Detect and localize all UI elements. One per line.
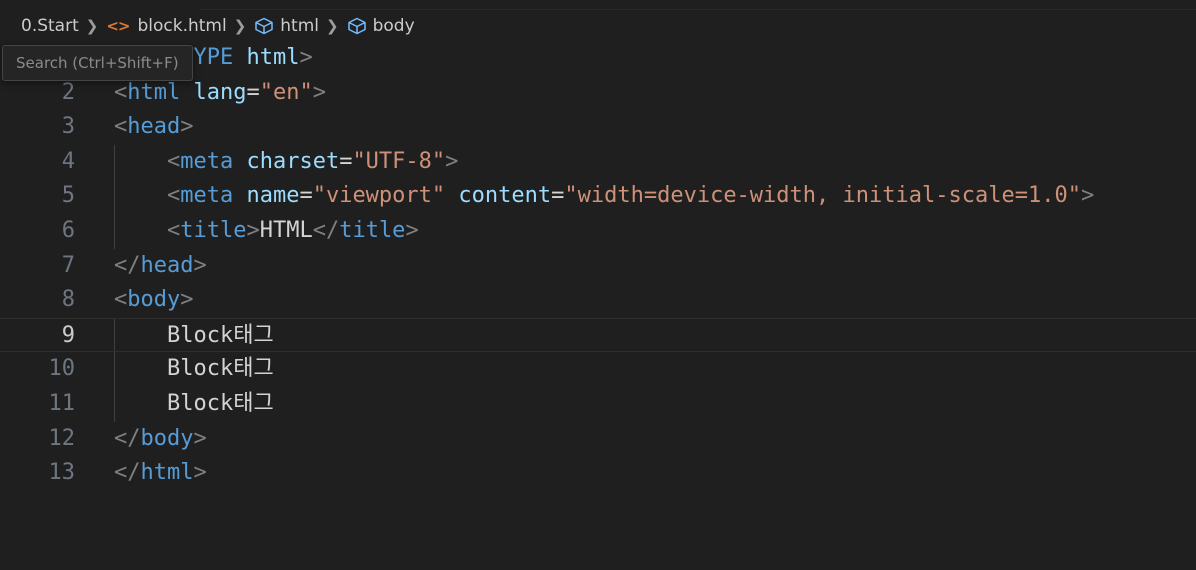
code-line[interactable]: 3 <head>	[0, 110, 1196, 145]
code-text[interactable]: <head>	[114, 110, 193, 145]
code-line[interactable]: 5 <meta name="viewport" content="width=d…	[0, 179, 1196, 214]
code-text[interactable]: </body>	[114, 422, 207, 457]
code-text[interactable]: <body>	[114, 283, 193, 318]
chevron-right-icon: ❯	[233, 17, 247, 35]
code-text[interactable]: Block태그	[114, 319, 274, 354]
line-number: 10	[48, 356, 76, 382]
code-line[interactable]: 6 <title>HTML</title>	[0, 214, 1196, 249]
breadcrumb-folder-label: 0.Start	[21, 16, 79, 36]
code-text[interactable]: Block태그	[114, 352, 274, 387]
line-number: 9	[61, 322, 75, 348]
line-number: 11	[48, 390, 76, 416]
code-line[interactable]: 12 </body>	[0, 422, 1196, 457]
code-text[interactable]: </html>	[114, 456, 207, 491]
code-line[interactable]: 9 Block태그	[0, 317, 1196, 354]
code-editor[interactable]: 1<!DOCTYPE html>2<html lang="en">3<head>…	[0, 41, 1196, 491]
code-text[interactable]: </head>	[114, 249, 207, 284]
line-number: 6	[61, 217, 75, 243]
chevron-right-icon: ❯	[85, 17, 99, 35]
line-number: 4	[61, 148, 75, 174]
code-text[interactable]: <meta charset="UTF-8">	[114, 145, 458, 180]
breadcrumb: 0.Start ❯ <> block.html ❯ html ❯ body	[0, 10, 1196, 42]
breadcrumb-symbol-body-label: body	[372, 16, 415, 36]
line-number: 5	[61, 183, 75, 209]
code-line[interactable]: 13 </html>	[0, 456, 1196, 491]
line-number: 3	[61, 114, 75, 140]
line-number: 13	[48, 460, 76, 486]
html-file-icon: <>	[106, 17, 130, 35]
tab-bar-edge	[200, 0, 1196, 10]
code-text[interactable]: <meta name="viewport" content="width=dev…	[114, 179, 1094, 214]
cube-icon	[347, 17, 367, 35]
code-text[interactable]: <title>HTML</title>	[114, 214, 419, 249]
code-line[interactable]: 10 Block태그	[0, 352, 1196, 387]
search-tooltip: Search (Ctrl+Shift+F)	[2, 45, 193, 81]
code-text[interactable]: Block태그	[114, 387, 274, 422]
code-line[interactable]: 7 </head>	[0, 249, 1196, 284]
line-number: 8	[61, 287, 75, 313]
code-line[interactable]: 4 <meta charset="UTF-8">	[0, 145, 1196, 180]
breadcrumb-file[interactable]: <> block.html	[106, 16, 226, 36]
code-line[interactable]: 11 Block태그	[0, 387, 1196, 422]
line-number: 7	[61, 252, 75, 278]
breadcrumb-folder[interactable]: 0.Start	[21, 16, 79, 36]
code-line[interactable]: 8 <body>	[0, 283, 1196, 318]
cube-icon	[254, 17, 274, 35]
search-tooltip-text: Search (Ctrl+Shift+F)	[16, 54, 179, 72]
chevron-right-icon: ❯	[326, 17, 339, 35]
breadcrumb-symbol-html[interactable]: html	[254, 16, 319, 36]
line-number: 12	[48, 425, 76, 451]
breadcrumb-file-label: block.html	[137, 16, 227, 36]
breadcrumb-symbol-html-label: html	[280, 16, 320, 36]
breadcrumb-symbol-body[interactable]: body	[347, 16, 415, 36]
